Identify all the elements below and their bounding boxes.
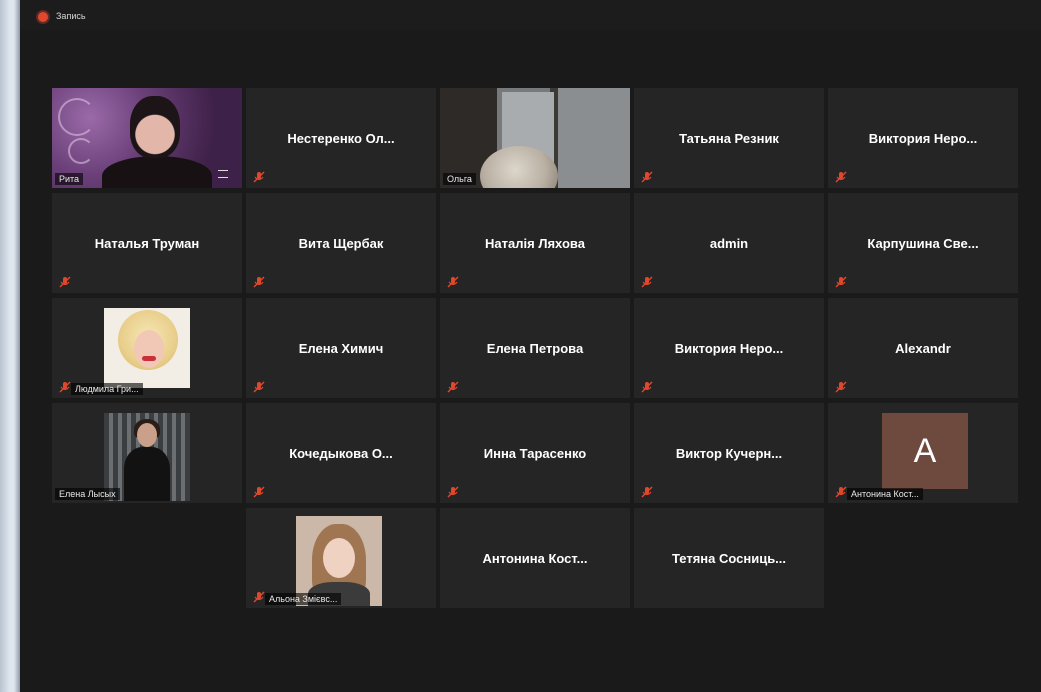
- participant-tile[interactable]: Елена Петрова: [440, 298, 630, 398]
- participant-name: Елена Химич: [298, 340, 384, 356]
- zoom-meeting-window: Запись Рита Нестеренко Ол... Ольга Татья…: [20, 0, 1041, 692]
- participant-name: Наталія Ляхова: [485, 235, 585, 251]
- participant-name: Рита: [55, 173, 84, 185]
- muted-mic-icon: [641, 171, 653, 183]
- muted-mic-icon: [835, 381, 847, 393]
- muted-mic-icon: [641, 486, 653, 498]
- participant-tile-olga[interactable]: Ольга: [440, 88, 630, 188]
- participant-name: admin: [709, 235, 749, 251]
- participant-name: Наталья Труман: [94, 235, 200, 251]
- participant-name: Нестеренко Ол...: [287, 130, 395, 146]
- participant-tile[interactable]: Вита Щербак: [246, 193, 436, 293]
- participant-name: Виктор Кучерн...: [675, 445, 783, 461]
- photo-face: [137, 423, 157, 447]
- participant-name: Тетяна Сосниць...: [671, 550, 787, 566]
- top-bar: Запись: [20, 0, 1041, 30]
- muted-mic-icon: [447, 381, 459, 393]
- participant-tile[interactable]: Alexandr: [828, 298, 1018, 398]
- participant-name: Инна Тарасенко: [483, 445, 587, 461]
- participant-name: Кочедыкова О...: [289, 445, 393, 461]
- participant-tile[interactable]: Наталья Труман: [52, 193, 242, 293]
- participant-tile[interactable]: Карпушина Све...: [828, 193, 1018, 293]
- photo-body: [124, 447, 170, 501]
- muted-mic-icon: [835, 171, 847, 183]
- muted-mic-icon: [447, 276, 459, 288]
- photo-lips: [142, 356, 156, 361]
- muted-mic-icon: [253, 486, 265, 498]
- participant-name: Елена Петрова: [486, 340, 584, 356]
- muted-mic-icon: [59, 381, 71, 393]
- participant-tile[interactable]: Елена Химич: [246, 298, 436, 398]
- muted-mic-icon: [59, 276, 71, 288]
- participant-name: Ольга: [443, 173, 476, 185]
- participant-name: Карпушина Све...: [867, 235, 979, 251]
- participant-name: Татьяна Резник: [679, 130, 779, 146]
- participant-name: Виктория Неро...: [674, 340, 784, 356]
- participant-tile-rita[interactable]: Рита: [52, 88, 242, 188]
- background-decoration: [58, 98, 96, 136]
- participant-tile[interactable]: Виктор Кучерн...: [634, 403, 824, 503]
- avatar: A: [882, 413, 968, 489]
- participant-tile[interactable]: Наталія Ляхова: [440, 193, 630, 293]
- participant-tile[interactable]: Кочедыкова О...: [246, 403, 436, 503]
- participant-name: Альона Змієвс...: [265, 593, 342, 605]
- participant-tile[interactable]: admin: [634, 193, 824, 293]
- muted-mic-icon: [253, 171, 265, 183]
- participant-tile[interactable]: Тетяна Сосниць...: [634, 508, 824, 608]
- participant-name: Виктория Неро...: [868, 130, 978, 146]
- participant-tile[interactable]: Татьяна Резник: [634, 88, 824, 188]
- photo-face: [134, 330, 164, 368]
- muted-mic-icon: [253, 381, 265, 393]
- participant-body: [102, 156, 212, 188]
- muted-mic-icon: [835, 276, 847, 288]
- participant-tile[interactable]: Инна Тарасенко: [440, 403, 630, 503]
- muted-mic-icon: [253, 276, 265, 288]
- recording-label: Запись: [56, 11, 86, 21]
- recording-icon: [38, 12, 48, 22]
- photo-face: [323, 538, 355, 578]
- participant-head: [130, 96, 180, 158]
- participant-name: Людмила Гри...: [71, 383, 143, 395]
- participant-name: Елена Лысых: [55, 488, 120, 500]
- muted-mic-icon: [835, 486, 847, 498]
- muted-mic-icon: [641, 276, 653, 288]
- participant-name: Вита Щербак: [298, 235, 384, 251]
- participant-tile[interactable]: Виктория Неро...: [634, 298, 824, 398]
- participant-tile[interactable]: Нестеренко Ол...: [246, 88, 436, 188]
- participant-tile-alyona[interactable]: Альона Змієвс...: [246, 508, 436, 608]
- participant-tile-antonina[interactable]: A Антонина Кост...: [828, 403, 1018, 503]
- participant-name: Alexandr: [895, 340, 951, 356]
- muted-mic-icon: [641, 381, 653, 393]
- participant-name: Антонина Кост...: [847, 488, 923, 500]
- muted-mic-icon: [447, 486, 459, 498]
- participant-tile-ludmila[interactable]: Людмила Гри...: [52, 298, 242, 398]
- gallery-view: Рита Нестеренко Ол... Ольга Татьяна Резн…: [52, 88, 1018, 610]
- background-decoration: [68, 138, 94, 164]
- profile-photo: [104, 308, 190, 388]
- participant-name: Антонина Кост...: [482, 550, 588, 566]
- camera-status-icon: [218, 170, 228, 178]
- participant-tile[interactable]: Антонина Кост...: [440, 508, 630, 608]
- participant-tile[interactable]: Виктория Неро...: [828, 88, 1018, 188]
- muted-mic-icon: [253, 591, 265, 603]
- participant-tile-elena-lysykh[interactable]: Елена Лысых: [52, 403, 242, 503]
